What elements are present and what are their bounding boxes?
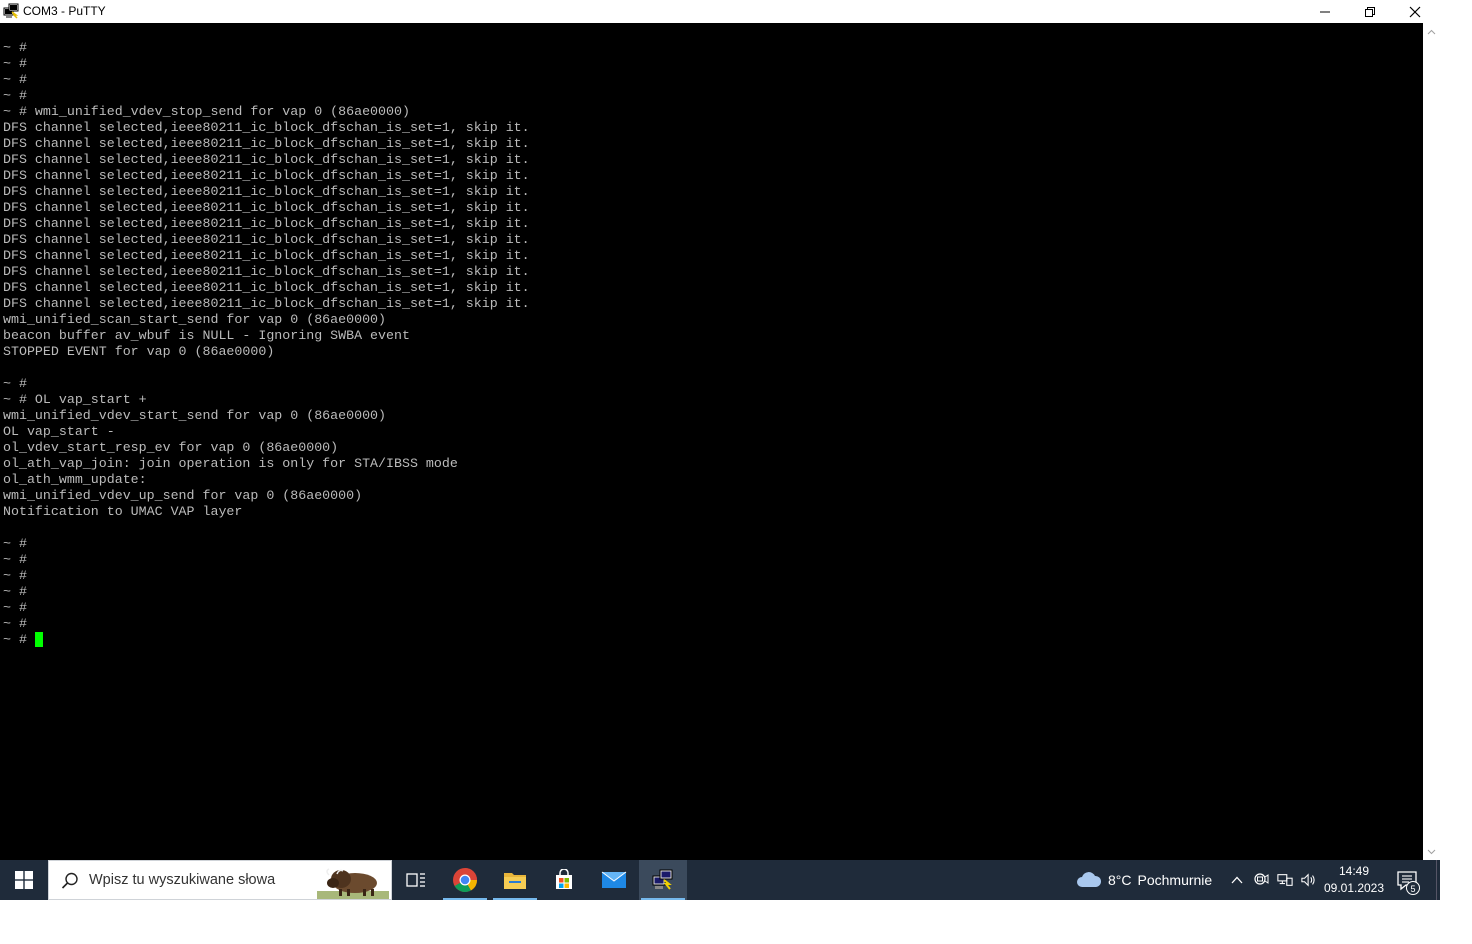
- terminal-line: ~ #: [3, 584, 27, 599]
- mail-icon: [601, 871, 627, 888]
- clock-time: 14:49: [1338, 864, 1370, 878]
- close-icon: [1409, 6, 1421, 17]
- network-icon[interactable]: [1277, 872, 1293, 888]
- terminal-cursor: [34, 632, 43, 647]
- microsoft-store-icon: [556, 869, 572, 889]
- scroll-track[interactable]: [1423, 40, 1440, 843]
- terminal-prompt-line: ~ #: [3, 632, 530, 648]
- search-icon: [61, 872, 78, 889]
- terminal-line: DFS channel selected,ieee80211_ic_block_…: [3, 296, 530, 311]
- terminal-line: beacon buffer av_wbuf is NULL - Ignoring…: [3, 328, 410, 343]
- taskbar-search-box[interactable]: Wpisz tu wyszukiwane słowa: [48, 860, 392, 900]
- terminal-line: ~ #: [3, 40, 27, 55]
- chrome-icon: [453, 868, 477, 893]
- file-explorer-icon: [504, 873, 526, 889]
- scroll-down-button[interactable]: [1423, 843, 1440, 860]
- terminal-line: ol_vdev_start_resp_ev for vap 0 (86ae000…: [3, 440, 339, 455]
- notification-count-badge: 5: [1406, 881, 1420, 895]
- terminal-line: ~ #: [3, 56, 27, 71]
- terminal-line: DFS channel selected,ieee80211_ic_block_…: [3, 152, 530, 167]
- terminal-line: wmi_unified_scan_start_send for vap 0 (8…: [3, 312, 387, 327]
- taskbar-app-file-explorer[interactable]: [491, 860, 539, 900]
- meet-now-icon[interactable]: [1253, 872, 1269, 888]
- terminal-line: ol_ath_vap_join: join operation is only …: [3, 456, 458, 471]
- terminal-line: ~ # wmi_unified_vdev_stop_send for vap 0…: [3, 104, 410, 119]
- putty-icon: [652, 869, 673, 890]
- terminal-output: ~ # ~ # ~ # ~ # ~ # wmi_unified_vdev_stop_se…: [3, 40, 530, 648]
- taskbar-app-chrome[interactable]: [441, 860, 489, 900]
- clock-date: 09.01.2023: [1323, 881, 1385, 895]
- terminal-line: DFS channel selected,ieee80211_ic_block_…: [3, 264, 530, 279]
- restore-button[interactable]: [1347, 0, 1393, 23]
- restore-icon: [1365, 6, 1375, 17]
- camera-icon: [1254, 873, 1269, 885]
- terminal-line: DFS channel selected,ieee80211_ic_block_…: [3, 120, 530, 135]
- terminal-line: ~ #: [3, 72, 27, 87]
- network-icon-graphic: [1277, 874, 1293, 886]
- terminal-prompt: ~ #: [3, 632, 35, 647]
- terminal-line: DFS channel selected,ieee80211_ic_block_…: [3, 200, 530, 215]
- windows-logo-icon: [15, 871, 33, 889]
- weather-temperature: 8°C: [1108, 872, 1132, 888]
- terminal-line: ~ #: [3, 568, 27, 583]
- chevron-down-icon: [1427, 849, 1436, 854]
- vertical-scrollbar[interactable]: [1423, 23, 1440, 860]
- weather-widget[interactable]: 8°C Pochmurnie: [1076, 860, 1212, 900]
- terminal-line: DFS channel selected,ieee80211_ic_block_…: [3, 216, 530, 231]
- taskbar-app-putty[interactable]: [639, 860, 687, 900]
- minimize-icon: [1320, 11, 1330, 12]
- terminal-line: wmi_unified_vdev_up_send for vap 0 (86ae…: [3, 488, 363, 503]
- cloud-icon: [1077, 872, 1102, 887]
- terminal-line: DFS channel selected,ieee80211_ic_block_…: [3, 248, 530, 263]
- weather-description: Pochmurnie: [1137, 872, 1213, 888]
- search-placeholder: Wpisz tu wyszukiwane słowa: [89, 872, 276, 888]
- minimize-button[interactable]: [1302, 0, 1348, 23]
- taskbar: Wpisz tu wyszukiwane słowa 8°C Pochmurni…: [0, 860, 1440, 900]
- close-button[interactable]: [1392, 0, 1438, 23]
- chevron-up-icon: [1427, 29, 1436, 34]
- terminal-line: ~ #: [3, 552, 27, 567]
- terminal-line: DFS channel selected,ieee80211_ic_block_…: [3, 184, 530, 199]
- task-view-button[interactable]: [392, 860, 440, 900]
- window-title: COM3 - PuTTY: [23, 4, 106, 18]
- title-bar[interactable]: COM3 - PuTTY: [0, 0, 1440, 23]
- show-desktop-button[interactable]: [1436, 860, 1440, 900]
- taskbar-clock[interactable]: 14:49 09.01.2023: [1322, 860, 1386, 900]
- terminal-line: ~ # OL vap_start +: [3, 392, 147, 407]
- terminal-line: wmi_unified_vdev_start_send for vap 0 (8…: [3, 408, 387, 423]
- terminal-line: STOPPED EVENT for vap 0 (86ae0000): [3, 344, 275, 359]
- terminal-line: ~ #: [3, 600, 27, 615]
- taskbar-app-mail[interactable]: [590, 860, 638, 900]
- terminal-line: DFS channel selected,ieee80211_ic_block_…: [3, 232, 530, 247]
- terminal-line: OL vap_start -: [3, 424, 115, 439]
- taskbar-app-microsoft-store[interactable]: [540, 860, 588, 900]
- putty-app-icon[interactable]: [3, 3, 20, 20]
- speaker-icon: [1301, 873, 1315, 887]
- terminal-line: ol_ath_wmm_update:: [3, 472, 147, 487]
- chevron-up-icon: [1231, 876, 1243, 884]
- show-hidden-icons-button[interactable]: [1229, 872, 1245, 888]
- terminal-line: ~ #: [3, 88, 27, 103]
- terminal-area[interactable]: ~ # ~ # ~ # ~ # ~ # wmi_unified_vdev_stop_se…: [0, 23, 1423, 860]
- terminal-line: ~ #: [3, 616, 27, 631]
- terminal-line: DFS channel selected,ieee80211_ic_block_…: [3, 136, 530, 151]
- terminal-line: Notification to UMAC VAP layer: [3, 504, 243, 519]
- terminal-line: DFS channel selected,ieee80211_ic_block_…: [3, 168, 530, 183]
- terminal-line: DFS channel selected,ieee80211_ic_block_…: [3, 280, 530, 295]
- volume-icon[interactable]: [1301, 872, 1317, 888]
- terminal-line: ~ #: [3, 536, 27, 551]
- scroll-up-button[interactable]: [1423, 23, 1440, 40]
- start-button[interactable]: [0, 860, 48, 900]
- task-view-icon: [406, 873, 425, 887]
- terminal-line: ~ #: [3, 376, 27, 391]
- search-highlight-bison-icon: [317, 868, 389, 899]
